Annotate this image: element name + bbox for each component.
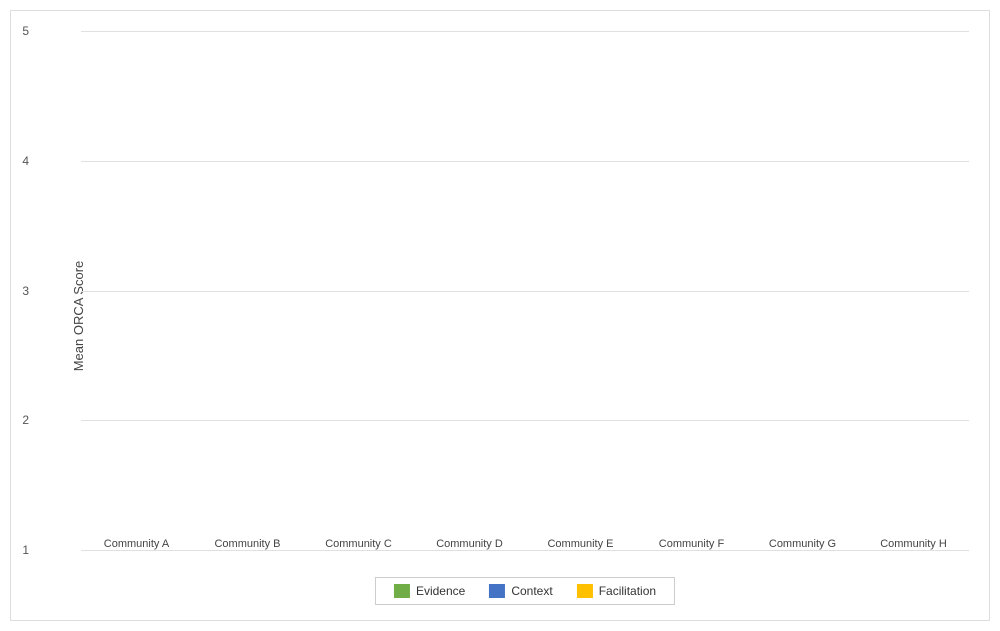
y-axis-tick-label: 5 — [22, 25, 29, 37]
legend-label: Facilitation — [599, 584, 656, 598]
group-x-label: Community H — [880, 538, 947, 550]
group-x-label: Community E — [547, 538, 613, 550]
group-x-label: Community F — [659, 538, 724, 550]
group-x-label: Community G — [769, 538, 836, 550]
legend-label: Context — [511, 584, 552, 598]
group-x-label: Community A — [104, 538, 169, 550]
legend-label: Evidence — [416, 584, 465, 598]
grid-line — [81, 550, 969, 551]
bar-group-wrapper: Community G — [747, 532, 858, 550]
legend-color-swatch — [394, 584, 410, 598]
group-x-label: Community D — [436, 538, 503, 550]
y-axis-tick-label: 1 — [22, 544, 29, 556]
bar-group-wrapper: Community B — [192, 532, 303, 550]
chart-container: Mean ORCA Score 12345 Community ACommuni… — [10, 10, 990, 621]
bar-group-wrapper: Community E — [525, 532, 636, 550]
y-axis-tick-label: 4 — [22, 155, 29, 167]
bar-group-wrapper: Community C — [303, 532, 414, 550]
legend-color-swatch — [489, 584, 505, 598]
group-x-label: Community C — [325, 538, 392, 550]
legend: Evidence Context Facilitation — [375, 577, 675, 605]
legend-item: Evidence — [394, 584, 465, 598]
bar-group-wrapper: Community H — [858, 532, 969, 550]
y-axis-tick-label: 2 — [22, 414, 29, 426]
bar-group-wrapper: Community F — [636, 532, 747, 550]
y-axis-tick-label: 3 — [22, 285, 29, 297]
chart-area: 12345 Community ACommunity BCommunity CC… — [81, 31, 969, 550]
legend-color-swatch — [577, 584, 593, 598]
group-x-label: Community B — [214, 538, 280, 550]
legend-item: Facilitation — [577, 584, 656, 598]
bars-section: Community A Community B Community C Communi… — [81, 31, 969, 550]
bar-group-wrapper: Community A — [81, 532, 192, 550]
legend-item: Context — [489, 584, 552, 598]
bar-group-wrapper: Community D — [414, 532, 525, 550]
